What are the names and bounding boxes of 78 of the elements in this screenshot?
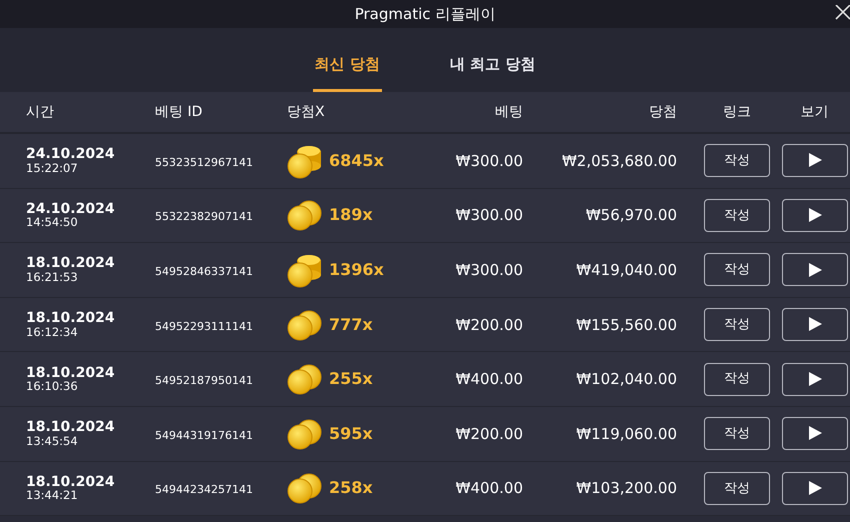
bet-amount: ₩200.00 (456, 316, 523, 334)
play-button[interactable] (782, 144, 848, 178)
column-header: 당첨X (287, 104, 325, 120)
time-text: 14:54:50 (26, 216, 79, 230)
column-header: 베팅 ID (155, 104, 202, 120)
date-text: 24.10.2024 (26, 202, 116, 216)
window-title: Pragmatic 리플레이 (354, 6, 496, 22)
close-icon[interactable] (834, 4, 850, 21)
bet-amount: ₩300.00 (456, 206, 523, 224)
column-header: 시간 (26, 104, 54, 120)
multiplier-text: 595x (329, 422, 373, 445)
coins-icon (287, 308, 323, 341)
win-amount: ₩103,200.00 (576, 479, 677, 498)
play-icon (808, 372, 822, 386)
play-button[interactable] (782, 362, 848, 396)
link-button[interactable]: 작성 (704, 362, 770, 396)
play-button[interactable] (782, 198, 848, 232)
column-header: 베팅 (495, 104, 523, 120)
coins-icon (287, 472, 323, 504)
play-button[interactable] (782, 417, 848, 450)
win-amount: ₩2,053,680.00 (562, 152, 677, 170)
time-text: 15:22:07 (26, 162, 79, 174)
bet-amount: ₩200.00 (456, 424, 523, 443)
link-button[interactable]: 작성 (704, 472, 770, 505)
link-button[interactable]: 작성 (704, 198, 770, 232)
multiplier-text: 255x (329, 368, 373, 390)
column-header: 당첨 (649, 104, 677, 120)
bet-amount: ₩300.00 (456, 152, 523, 170)
bet-id: 54944319176141 (155, 428, 253, 442)
play-icon (808, 481, 822, 496)
bet-id: 54952187950141 (155, 374, 253, 388)
play-button[interactable] (782, 253, 848, 286)
multiplier-text: 1396x (329, 258, 384, 281)
coins-icon (287, 418, 323, 450)
link-button[interactable]: 작성 (704, 253, 770, 286)
column-header: 보기 (800, 104, 828, 120)
play-icon (808, 262, 822, 277)
date-text: 18.10.2024 (26, 256, 116, 271)
column-header: 링크 (723, 104, 751, 120)
date-text: 18.10.2024 (26, 420, 116, 435)
link-button[interactable]: 작성 (704, 417, 770, 450)
date-text: 18.10.2024 (26, 366, 116, 380)
time-text: 16:12:34 (26, 326, 79, 338)
bet-id: 55322382907141 (155, 210, 253, 224)
tab[interactable]: 내 최고 당첨 (448, 30, 538, 92)
win-amount: ₩56,970.00 (586, 206, 677, 224)
play-button[interactable] (782, 308, 848, 342)
play-icon (808, 317, 822, 332)
multiplier-text: 189x (329, 204, 373, 226)
coins-icon (287, 199, 323, 232)
play-icon (808, 426, 822, 440)
time-text: 13:45:54 (26, 434, 79, 448)
coins-icon (287, 363, 323, 396)
bet-id: 54952293111141 (155, 320, 253, 333)
multiplier-text: 777x (329, 314, 373, 336)
play-button[interactable] (782, 472, 848, 505)
multiplier-text: 6845x (329, 150, 384, 172)
bet-amount: ₩400.00 (456, 370, 523, 388)
win-amount: ₩155,560.00 (576, 316, 677, 334)
date-text: 18.10.2024 (26, 310, 116, 326)
time-text: 16:10:36 (26, 380, 79, 393)
win-amount: ₩102,040.00 (576, 370, 677, 388)
win-amount: ₩119,060.00 (576, 424, 677, 443)
bet-id: 55323512967141 (155, 156, 253, 169)
time-text: 13:44:21 (26, 489, 79, 502)
win-amount: ₩419,040.00 (576, 260, 677, 279)
time-text: 16:21:53 (26, 271, 79, 284)
multiplier-text: 258x (329, 477, 373, 500)
link-button[interactable]: 작성 (704, 144, 770, 178)
link-button[interactable]: 작성 (704, 308, 770, 342)
bet-amount: ₩400.00 (456, 479, 523, 498)
bet-id: 54952846337141 (155, 264, 253, 278)
date-text: 18.10.2024 (26, 474, 116, 490)
bet-amount: ₩300.00 (456, 260, 523, 279)
play-icon (808, 153, 822, 168)
bet-id: 54944234257141 (155, 483, 253, 496)
date-text: 24.10.2024 (26, 147, 116, 162)
play-icon (808, 208, 822, 222)
